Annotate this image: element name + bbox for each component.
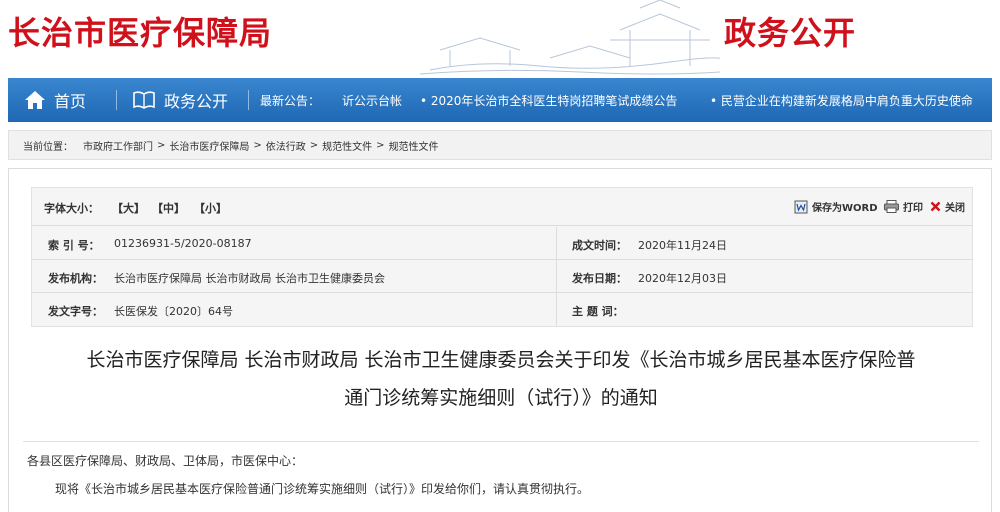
document-title: 长治市医疗保障局 长治市财政局 长治市卫生健康委员会关于印发《长治市城乡居民基本… [9, 341, 993, 417]
meta-column-divider [556, 227, 557, 327]
breadcrumb-item[interactable]: 长治市医疗保障局 [169, 138, 249, 153]
publish-date-label: 发布日期： [572, 272, 627, 285]
close-label: 关闭 [945, 203, 965, 214]
close-icon [930, 201, 941, 212]
nav-home[interactable]: 首页 [24, 78, 86, 122]
date-label: 成文时间： [572, 239, 627, 252]
gov-open-banner: 政务公开 [724, 14, 857, 52]
nav-divider [116, 90, 117, 110]
print-button[interactable]: 打印 [884, 199, 923, 214]
font-size-label: 字体大小： [44, 202, 99, 215]
article-toolbar: 字体大小： 【大】 【中】 【小】 保存为WORD 打印 关闭 [32, 188, 972, 226]
breadcrumb-item[interactable]: 依法行政 [266, 138, 306, 153]
breadcrumb-item[interactable]: 市政府工作部门 [83, 138, 153, 153]
notice-item[interactable]: • 民营企业在构建新发展格局中肩负重大历史使命 [710, 78, 973, 122]
salutation-paragraph: 各县区医疗保障局、财政局、卫体局，市医保中心： [27, 454, 304, 468]
doc-number-label: 发文字号： [48, 305, 103, 318]
site-header: 长治市医疗保障局 政务公开 [0, 0, 1000, 78]
index-value: 01236931-5/2020-08187 [114, 237, 252, 250]
meta-row: 发布机构： 长治市医疗保障局 长治市财政局 长治市卫生健康委员会 发布日期： 2… [32, 260, 972, 293]
meta-row: 索 引 号： 01236931-5/2020-08187 成文时间： 2020年… [32, 227, 972, 260]
article-container: 字体大小： 【大】 【中】 【小】 保存为WORD 打印 关闭 索 引 号： 0… [8, 168, 992, 512]
nav-home-label: 首页 [54, 92, 87, 111]
breadcrumb-item[interactable]: 规范性文件 [322, 138, 372, 153]
index-label: 索 引 号： [48, 239, 100, 252]
notice-item[interactable]: • 2020年长治市全科医生特岗招聘笔试成绩公告 [420, 78, 677, 122]
breadcrumb-label: 当前位置： [23, 141, 73, 153]
home-icon [25, 91, 45, 109]
book-icon [133, 91, 155, 109]
breadcrumb-separator: > [253, 139, 262, 151]
save-word-button[interactable]: 保存为WORD [794, 199, 878, 214]
save-word-label: 保存为WORD [812, 203, 878, 214]
publish-date-value: 2020年12月03日 [638, 272, 727, 285]
subject-label: 主 题 词： [572, 305, 624, 318]
print-label: 打印 [903, 203, 923, 214]
main-nav: 首页 政务公开 最新公告： 䜣公示台帐 • 2020年长治市全科医生特岗招聘笔试… [8, 78, 992, 122]
breadcrumb-separator: > [376, 139, 385, 151]
nav-gov-open[interactable]: 政务公开 [132, 78, 228, 122]
nav-divider [248, 90, 249, 110]
word-doc-icon [794, 200, 808, 213]
font-size-medium-button[interactable]: 【中】 [152, 200, 185, 216]
notice-label: 最新公告： [260, 93, 321, 108]
site-title[interactable]: 长治市医疗保障局 [8, 8, 272, 54]
doc-number-value: 长医保发〔2020〕64号 [114, 305, 233, 318]
publisher-value: 长治市医疗保障局 长治市财政局 长治市卫生健康委员会 [114, 272, 385, 285]
printer-icon [884, 200, 899, 213]
breadcrumb-item[interactable]: 规范性文件 [389, 138, 439, 153]
breadcrumb: 当前位置： 市政府工作部门 > 长治市医疗保障局 > 依法行政 > 规范性文件 … [8, 130, 992, 160]
publisher-label: 发布机构： [48, 272, 103, 285]
meta-row: 发文字号： 长医保发〔2020〕64号 主 题 词： [32, 293, 972, 326]
close-button[interactable]: 关闭 [930, 199, 965, 214]
document-title-line: 通门诊统筹实施细则（试行）》的通知 [344, 387, 658, 409]
nav-gov-label: 政务公开 [164, 92, 229, 111]
body-paragraph: 现将《长治市城乡居民基本医疗保险普通门诊统筹实施细则（试行）》印发给你们，请认真… [55, 482, 590, 496]
breadcrumb-separator: > [157, 139, 166, 151]
notice-item[interactable]: 䜣公示台帐 [342, 78, 402, 122]
date-value: 2020年11月24日 [638, 239, 727, 252]
font-size-big-button[interactable]: 【大】 [112, 200, 145, 216]
font-size-small-button[interactable]: 【小】 [194, 200, 227, 216]
pavilion-illustration [420, 0, 720, 75]
breadcrumb-separator: > [309, 139, 319, 151]
document-title-line: 长治市医疗保障局 长治市财政局 长治市卫生健康委员会关于印发《长治市城乡居民基本… [86, 349, 916, 371]
document-info-box: 字体大小： 【大】 【中】 【小】 保存为WORD 打印 关闭 索 引 号： 0… [31, 187, 973, 327]
title-divider [23, 441, 979, 442]
